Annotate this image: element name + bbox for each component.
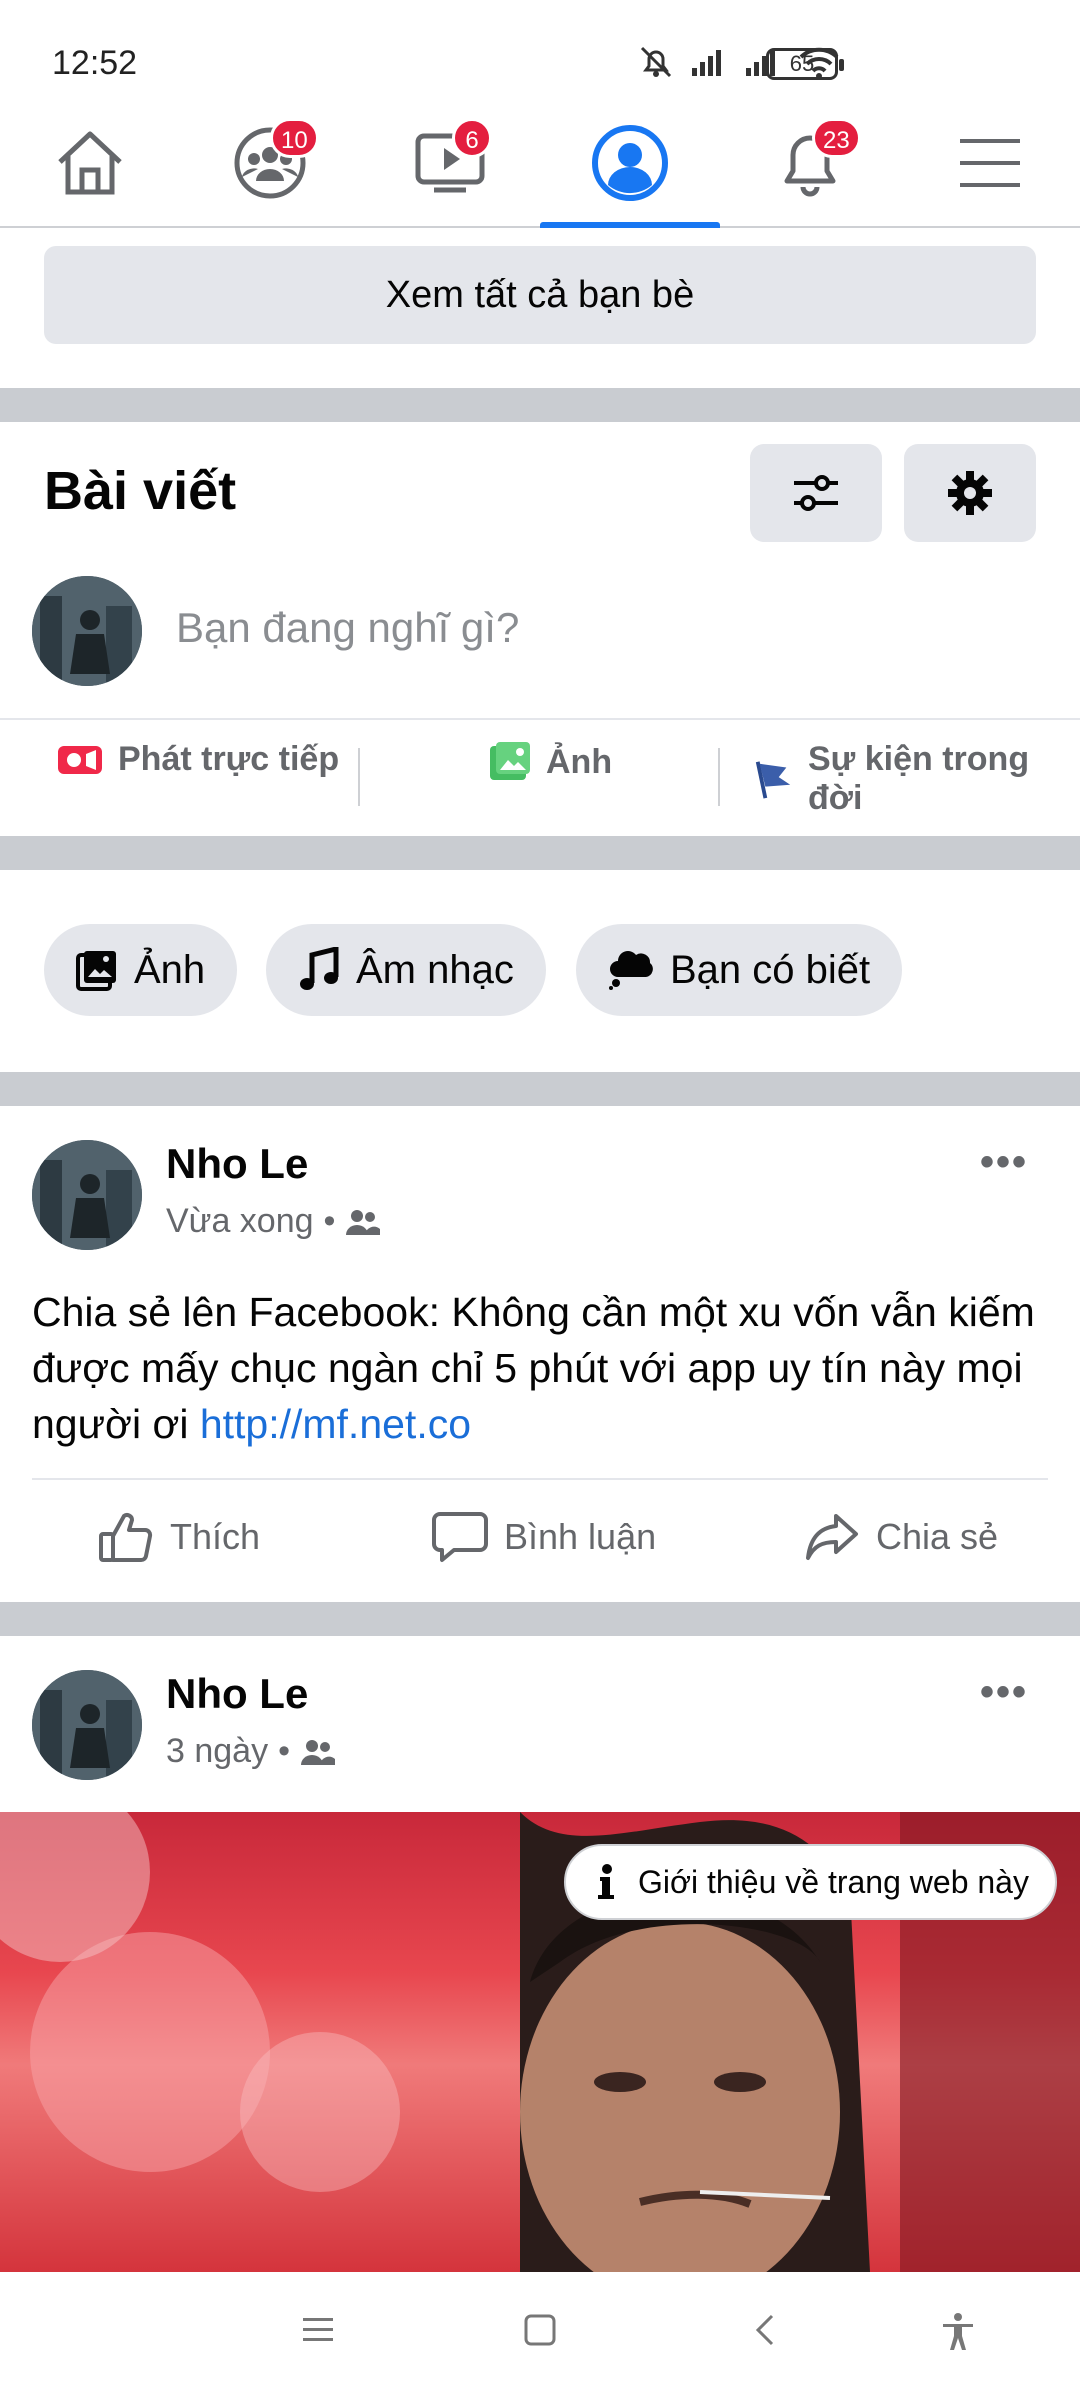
photo-album-icon bbox=[76, 951, 116, 991]
flag-icon bbox=[755, 761, 791, 799]
home-system-button[interactable] bbox=[522, 2312, 558, 2353]
back-button[interactable] bbox=[748, 2312, 784, 2353]
post-settings-button[interactable] bbox=[904, 444, 1036, 542]
status-bar: 12:52 65 bbox=[0, 0, 1080, 100]
music-note-icon bbox=[300, 947, 339, 990]
recent-apps-icon bbox=[303, 2318, 333, 2341]
back-chevron-icon bbox=[755, 2314, 774, 2346]
filter-posts-button[interactable] bbox=[750, 444, 882, 542]
comment-button[interactable]: Bình luận bbox=[432, 1510, 656, 1564]
like-label: Thích bbox=[170, 1516, 261, 1557]
post-more-options-button[interactable]: ••• bbox=[980, 1140, 1028, 1185]
see-all-friends-button[interactable]: Xem tất cả bạn bè bbox=[44, 246, 1036, 344]
post-meta: 3 ngày • bbox=[166, 1732, 336, 1771]
signal-icon bbox=[692, 50, 721, 76]
action-separator bbox=[718, 748, 720, 806]
notifications-badge: 23 bbox=[812, 118, 861, 158]
post-author-avatar[interactable] bbox=[32, 1670, 142, 1780]
live-video-button[interactable]: Phát trực tiếp bbox=[56, 740, 339, 779]
filter-sliders-icon bbox=[794, 475, 838, 511]
home-square-icon bbox=[524, 2314, 556, 2346]
recent-apps-button[interactable] bbox=[300, 2312, 336, 2353]
post-author-name[interactable]: Nho Le bbox=[166, 1140, 308, 1188]
battery-indicator: 65 bbox=[766, 48, 844, 80]
composer-avatar[interactable] bbox=[32, 576, 142, 686]
home-icon bbox=[58, 131, 122, 195]
accessibility-button[interactable] bbox=[940, 2312, 976, 2357]
meta-dot: • bbox=[278, 1732, 290, 1770]
photo-label: Ảnh bbox=[546, 742, 613, 781]
watch-badge: 6 bbox=[452, 118, 492, 158]
share-button[interactable]: Chia sẻ bbox=[804, 1510, 998, 1564]
photo-icon bbox=[490, 742, 530, 780]
tab-watch[interactable]: 6 bbox=[360, 100, 540, 226]
post-time: Vừa xong bbox=[166, 1202, 314, 1240]
tab-notifications[interactable]: 23 bbox=[720, 100, 900, 226]
chip-music-label: Âm nhạc bbox=[356, 947, 514, 992]
info-icon bbox=[598, 1864, 614, 1899]
like-button[interactable]: Thích bbox=[98, 1510, 260, 1564]
photo-button[interactable]: Ảnh bbox=[488, 740, 612, 784]
post-meta: Vừa xong • bbox=[166, 1202, 381, 1241]
tab-home[interactable] bbox=[0, 100, 180, 226]
post-more-options-button[interactable]: ••• bbox=[980, 1670, 1028, 1715]
friends-audience-icon bbox=[301, 1739, 335, 1765]
chip-photo-label: Ảnh bbox=[134, 947, 206, 992]
gear-icon bbox=[948, 471, 992, 515]
post-body: Chia sẻ lên Facebook: Không cần một xu v… bbox=[32, 1289, 1035, 1447]
hamburger-menu-icon bbox=[960, 139, 1020, 187]
section-separator bbox=[0, 1072, 1080, 1106]
top-nav: 10 6 23 bbox=[0, 100, 1080, 228]
post-time: 3 ngày bbox=[166, 1732, 269, 1770]
avatar-image bbox=[32, 1670, 142, 1780]
share-label: Chia sẻ bbox=[876, 1516, 999, 1557]
comment-bubble-icon bbox=[432, 1512, 488, 1562]
thought-bubble-icon bbox=[609, 951, 653, 990]
chip-did-you-know[interactable]: Bạn có biết bbox=[576, 924, 903, 1016]
mute-bell-icon bbox=[640, 46, 672, 78]
live-video-label: Phát trực tiếp bbox=[118, 740, 340, 778]
tab-groups[interactable]: 10 bbox=[180, 100, 360, 226]
posts-section-title: Bài viết bbox=[44, 461, 237, 521]
share-arrow-icon bbox=[806, 1514, 858, 1560]
chip-did-you-know-label: Bạn có biết bbox=[670, 947, 871, 992]
post-text: Chia sẻ lên Facebook: Không cần một xu v… bbox=[32, 1284, 1052, 1452]
accessibility-icon bbox=[943, 2313, 973, 2350]
divider bbox=[32, 1478, 1048, 1480]
groups-badge: 10 bbox=[270, 118, 319, 158]
friends-audience-icon bbox=[346, 1209, 381, 1235]
avatar-image bbox=[32, 576, 142, 686]
tab-menu[interactable] bbox=[900, 100, 1080, 226]
meta-dot: • bbox=[323, 1202, 336, 1240]
screen: 12:52 65 10 6 23 Xem tất cả bạn bè Bài v… bbox=[0, 0, 1080, 2400]
about-website-label: Giới thiệu về trang web này bbox=[638, 1863, 1029, 1900]
action-separator bbox=[358, 748, 360, 806]
status-time: 12:52 bbox=[52, 44, 138, 82]
chip-photo[interactable]: Ảnh bbox=[44, 924, 238, 1016]
composer-input[interactable]: Bạn đang nghĩ gì? bbox=[176, 604, 519, 652]
post-author-name[interactable]: Nho Le bbox=[166, 1670, 308, 1718]
profile-icon bbox=[592, 125, 668, 201]
divider bbox=[0, 718, 1080, 720]
post-author-avatar[interactable] bbox=[32, 1140, 142, 1250]
life-event-label: Sự kiện trong đời bbox=[808, 740, 1030, 817]
comment-label: Bình luận bbox=[504, 1516, 657, 1557]
tab-profile[interactable] bbox=[540, 100, 720, 228]
live-video-icon bbox=[58, 745, 102, 774]
post-link[interactable]: http://mf.net.co bbox=[200, 1401, 471, 1447]
chip-music[interactable]: Âm nhạc bbox=[266, 924, 546, 1016]
section-separator bbox=[0, 388, 1080, 422]
section-separator bbox=[0, 836, 1080, 870]
life-event-button[interactable]: Sự kiện trong đời bbox=[752, 740, 1080, 818]
avatar-image bbox=[32, 1140, 142, 1250]
thumbs-up-icon bbox=[99, 1513, 153, 1562]
about-website-pill[interactable]: Giới thiệu về trang web này bbox=[564, 1844, 1057, 1920]
section-separator bbox=[0, 1602, 1080, 1636]
system-navigation-bar bbox=[0, 2272, 1080, 2400]
